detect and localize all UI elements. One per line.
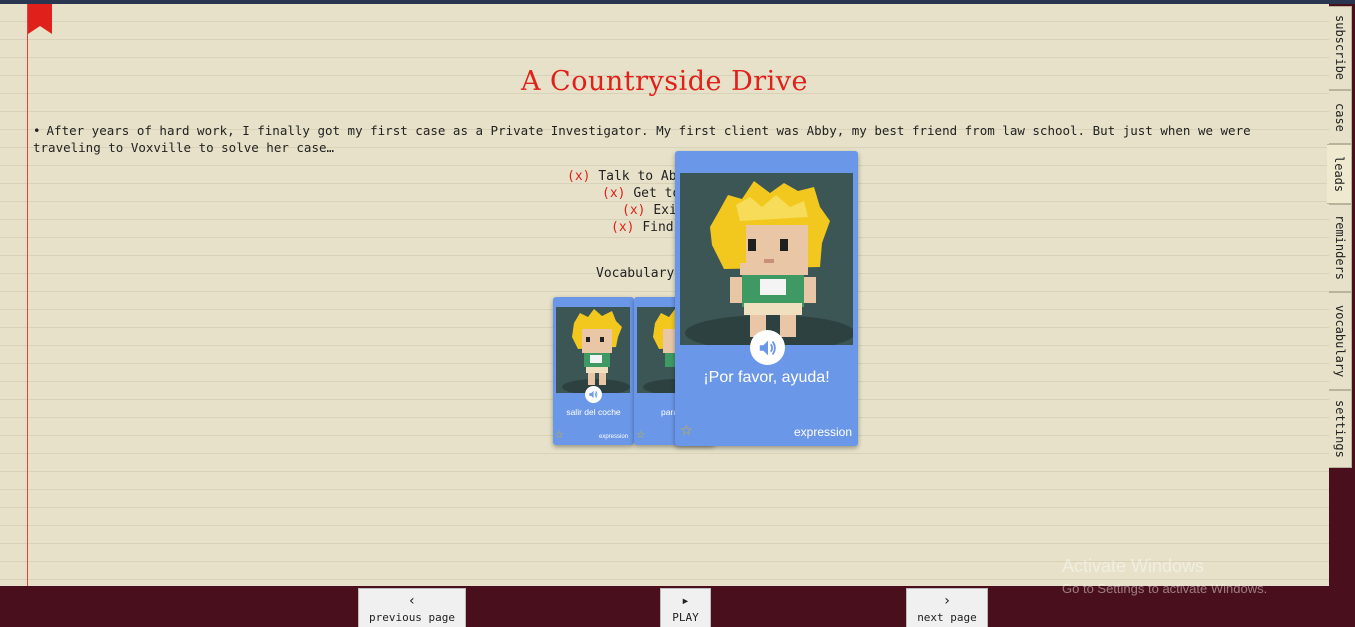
vocab-word: salir del coche xyxy=(566,407,621,417)
watermark-title: Activate Windows xyxy=(1062,556,1205,576)
objective-status: (x) xyxy=(622,203,646,218)
notebook-page: A Countryside Drive • After years of hard… xyxy=(0,4,1329,586)
next-page-button[interactable]: › next page xyxy=(906,588,988,627)
favorite-star-icon[interactable]: ☆ xyxy=(680,422,693,439)
watermark-subtitle: Go to Settings to activate Windows. xyxy=(1062,581,1268,596)
vocabulary-heading: Vocabulary xyxy=(596,266,675,281)
tab-reminders[interactable]: reminders xyxy=(1329,204,1352,292)
vocab-card[interactable]: salir del coche ☆ expression xyxy=(553,297,634,445)
play-label: PLAY xyxy=(672,611,699,624)
speaker-icon[interactable] xyxy=(750,330,785,365)
play-button[interactable]: ▸ PLAY xyxy=(660,588,711,627)
tab-vocabulary[interactable]: vocabulary xyxy=(1329,292,1352,390)
previous-page-button[interactable]: ‹ previous page xyxy=(358,588,466,627)
vocab-type: expression xyxy=(598,434,628,440)
objective-status: (x) xyxy=(602,186,626,201)
speaker-icon[interactable] xyxy=(585,386,602,403)
tab-subscribe[interactable]: subscribe xyxy=(1329,6,1352,90)
next-page-label: next page xyxy=(917,611,977,624)
tab-leads[interactable]: leads xyxy=(1327,144,1352,204)
character-image xyxy=(680,173,853,345)
play-icon: ▸ xyxy=(681,593,690,609)
story-text: After years of hard work, I finally got … xyxy=(33,123,1251,155)
favorite-star-icon[interactable]: ☆ xyxy=(555,430,564,441)
character-image xyxy=(556,307,630,393)
chevron-right-icon: › xyxy=(942,593,952,609)
tab-settings[interactable]: settings xyxy=(1329,390,1352,468)
previous-page-label: previous page xyxy=(368,611,456,624)
objective-item: (x) Talk to Abby xyxy=(567,169,692,184)
bullet-icon: • xyxy=(33,123,41,138)
vocab-type: expression xyxy=(793,425,852,439)
objective-status: (x) xyxy=(611,220,635,235)
chevron-left-icon: ‹ xyxy=(407,593,417,609)
objective-status: (x) xyxy=(567,169,591,184)
page-title: A Countryside Drive xyxy=(520,66,809,97)
vocab-word: ¡Por favor, ayuda! xyxy=(703,369,830,386)
favorite-star-icon[interactable]: ☆ xyxy=(636,430,645,441)
vocab-card-expanded[interactable]: ¡Por favor, ayuda! ☆ expression xyxy=(675,151,858,446)
tab-case[interactable]: case xyxy=(1329,90,1352,144)
bookmark-icon[interactable] xyxy=(28,4,52,34)
